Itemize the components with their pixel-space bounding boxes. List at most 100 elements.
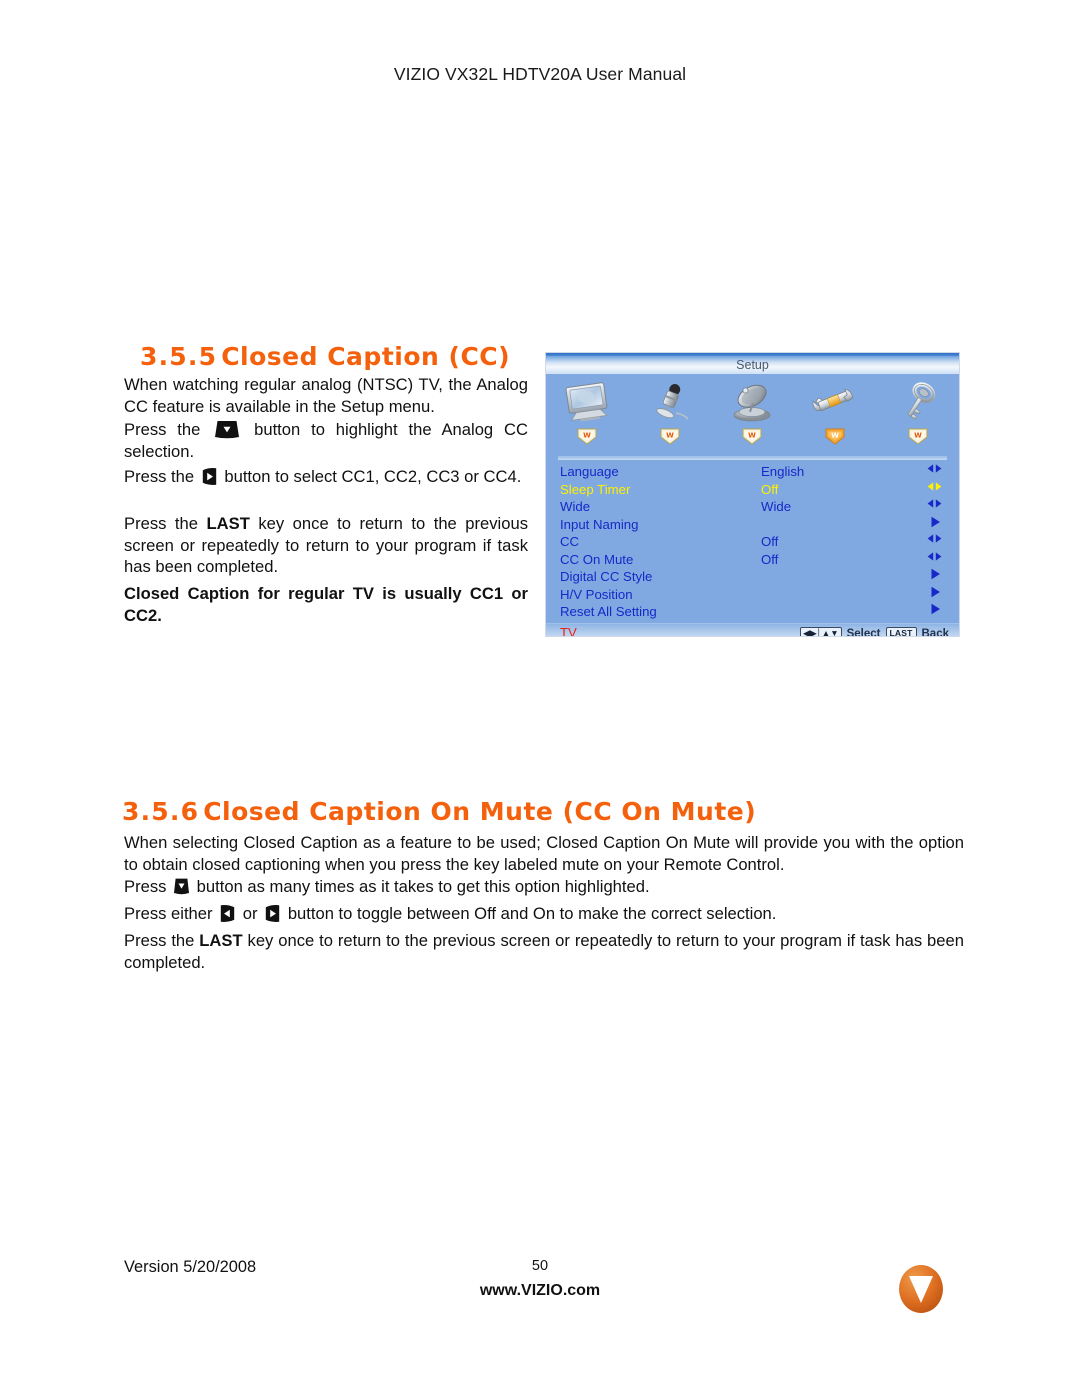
osd-row-arrow-icon[interactable] [927, 603, 942, 615]
vizio-badge-icon: W [657, 426, 683, 446]
remote-down-button-icon-2 [173, 877, 190, 896]
osd-row[interactable]: Reset All Setting [546, 603, 959, 621]
remote-right-button-icon-2 [264, 904, 281, 923]
press-label: Press [124, 877, 167, 896]
osd-row-arrow-icon[interactable] [927, 533, 942, 544]
paragraph-355-press-right: Press the button to select CC1, CC2, CC3… [124, 466, 528, 488]
press-down-rest-2: button as many times as it takes to get … [196, 877, 650, 896]
osd-tab-tuner[interactable]: W [715, 378, 789, 446]
section-number: 3.5.5 [140, 342, 218, 371]
osd-row[interactable]: H/V Position [546, 586, 959, 604]
press-either-label: Press either [124, 904, 213, 923]
paragraph-355-note: Closed Caption for regular TV is usually… [124, 584, 528, 625]
osd-row-arrow-icon[interactable] [927, 551, 942, 562]
svg-text:W: W [666, 432, 674, 440]
osd-row-label: H/V Position [560, 586, 633, 602]
osd-footer-hints: ◀▶│▲▼ Select LAST Back [800, 624, 950, 637]
section-heading-356: 3.5.6 Closed Caption On Mute (CC On Mute) [122, 797, 756, 826]
svg-text:W: W [583, 432, 591, 440]
vizio-badge-icon: W [905, 426, 931, 446]
svg-text:W: W [914, 432, 922, 440]
remote-right-button-icon [201, 467, 218, 486]
osd-row[interactable]: Digital CC Style [546, 568, 959, 586]
press-the-label-3: Press the [124, 514, 198, 533]
osd-row-arrow-icon[interactable] [927, 586, 942, 598]
osd-row[interactable]: Input Naming [546, 516, 959, 534]
osd-divider [558, 456, 947, 460]
satellite-dish-icon [715, 378, 789, 425]
osd-row-value: Off [761, 534, 779, 549]
section-title: Closed Caption (CC) [221, 342, 511, 371]
osd-row-label: CC [560, 534, 580, 549]
osd-row[interactable]: Language English [546, 463, 959, 481]
last-key-label: LAST [206, 514, 250, 533]
osd-footer-bar: TV ◀▶│▲▼ Select LAST Back [546, 622, 959, 637]
svg-text:W: W [831, 432, 839, 440]
select-label: Select [846, 627, 881, 637]
osd-tab-parental[interactable]: W [881, 378, 955, 446]
osd-row-arrow-icon[interactable] [927, 516, 942, 528]
press-the-label-2: Press the [124, 467, 195, 486]
key-parental-icon [881, 378, 955, 425]
osd-row-value: Wide [761, 499, 792, 514]
osd-body: W W W W W Language English Sleep Timer O… [546, 374, 959, 636]
osd-row-label: Reset All Setting [560, 604, 657, 619]
osd-menu-list: Language English Sleep Timer Off Wide Wide Inp… [546, 463, 959, 621]
osd-row-value: English [761, 464, 805, 479]
osd-row-label: Sleep Timer [560, 481, 631, 497]
osd-row-value: Off [761, 551, 779, 567]
vizio-badge-icon: W [574, 426, 600, 446]
paragraph-356-press-leftright: Press either or button to toggle between… [124, 903, 964, 925]
osd-row[interactable]: CC On Mute Off [546, 551, 959, 569]
paragraph-356-intro: When selecting Closed Caption as a featu… [124, 833, 964, 874]
osd-source-label: TV [560, 624, 577, 637]
osd-row[interactable]: Wide Wide [546, 498, 959, 516]
osd-row-label: Input Naming [560, 516, 639, 532]
osd-row-label: Digital CC Style [560, 569, 653, 584]
osd-row-value: Off [761, 481, 779, 497]
page-header-title: VIZIO VX32L HDTV20A User Manual [393, 64, 687, 84]
paragraph-355-press-down: Press the button to highlight the Analog… [124, 419, 528, 462]
press-leftright-rest: button to toggle between Off and On to m… [287, 904, 777, 923]
remote-down-button-icon [214, 420, 240, 439]
paragraph-356-press-down: Press button as many times as it takes t… [124, 876, 964, 898]
last-rest-2: key once to return to the previous scree… [124, 931, 964, 972]
paragraph-355-last: Press the LAST key once to return to the… [124, 513, 528, 578]
last-key-icon: LAST [885, 627, 917, 636]
section-heading-355: 3.5.5 Closed Caption (CC) [140, 342, 510, 371]
press-the-label-4: Press the [124, 931, 195, 950]
osd-tab-picture[interactable]: W [550, 378, 624, 446]
audio-microphone-icon [633, 378, 707, 425]
osd-icon-bar: W W W W W [546, 374, 959, 456]
nav-keys-icon: ◀▶│▲▼ [800, 627, 842, 636]
back-label: Back [921, 627, 950, 637]
vizio-badge-icon-active: W [822, 426, 848, 446]
wrench-setup-icon [798, 378, 872, 425]
osd-row-arrow-icon[interactable] [927, 481, 942, 492]
osd-row[interactable]: Sleep Timer Off [546, 481, 959, 499]
osd-tab-audio[interactable]: W [633, 378, 707, 446]
paragraph-355-intro: When watching regular analog (NTSC) TV, … [124, 375, 528, 416]
osd-title: Setup [546, 356, 959, 374]
vizio-badge-icon: W [739, 426, 765, 446]
osd-row-arrow-icon[interactable] [927, 463, 942, 474]
osd-row-arrow-icon[interactable] [927, 568, 942, 580]
svg-text:W: W [749, 432, 757, 440]
picture-icon [550, 378, 624, 425]
tv-osd-setup-menu: Setup W W W W W Language English Sleep T… [545, 352, 960, 637]
press-right-rest: button to select CC1, CC2, CC3 or CC4. [224, 467, 522, 486]
press-the-label: Press the [124, 420, 201, 439]
paragraph-356-last: Press the LAST key once to return to the… [124, 930, 964, 973]
osd-row-label: Wide [560, 499, 591, 514]
vizio-logo [896, 1263, 946, 1315]
section-title-2: Closed Caption On Mute (CC On Mute) [203, 797, 757, 826]
last-key-label-2: LAST [199, 931, 243, 950]
osd-tab-setup[interactable]: W [798, 378, 872, 446]
osd-row-arrow-icon[interactable] [927, 498, 942, 509]
osd-row[interactable]: CC Off [546, 533, 959, 551]
osd-row-label: Language [560, 464, 619, 479]
or-label: or [242, 904, 258, 923]
remote-left-button-icon [219, 904, 236, 923]
section-number-2: 3.5.6 [122, 797, 200, 826]
osd-row-label: CC On Mute [560, 551, 634, 567]
